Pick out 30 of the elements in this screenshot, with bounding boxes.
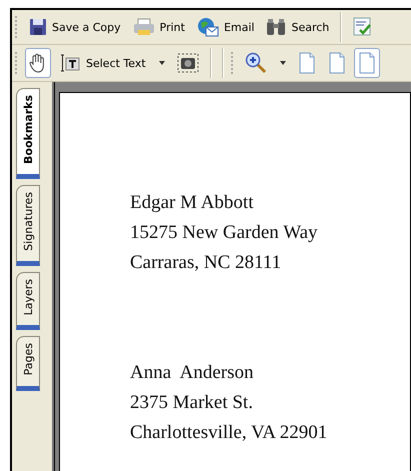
caret-icon xyxy=(280,61,286,65)
side-tab[interactable]: Layers xyxy=(16,272,40,330)
address-line: Anna Anderson xyxy=(130,361,254,385)
zoom-in-icon xyxy=(244,52,267,74)
page-view-button[interactable] xyxy=(354,48,380,78)
globe-envelope-icon xyxy=(196,17,219,37)
page-icon xyxy=(328,52,346,74)
address-line: 15275 New Garden Way xyxy=(130,221,319,245)
camera-icon xyxy=(176,53,199,73)
page-icon xyxy=(358,52,376,74)
side-tab[interactable]: Signatures xyxy=(16,185,40,266)
address-line: 2375 Market St. xyxy=(130,391,254,415)
text-select-icon xyxy=(59,53,81,73)
save-button[interactable]: Save a Copy xyxy=(25,12,125,42)
search-button[interactable]: Search xyxy=(262,12,334,42)
hand-icon xyxy=(29,53,47,73)
side-tab[interactable]: Bookmarks xyxy=(16,88,40,179)
printer-icon xyxy=(132,18,155,36)
print-button[interactable]: Print xyxy=(128,12,189,42)
page-icon xyxy=(298,52,316,74)
select-text-button[interactable]: Select Text xyxy=(55,48,169,78)
address-line: Charlottesville, VA 22901 xyxy=(130,421,328,445)
spell-check-icon xyxy=(353,17,374,37)
email-button[interactable]: Email xyxy=(192,12,258,42)
hand-tool-button[interactable] xyxy=(25,48,51,78)
address-line: Edgar M Abbott xyxy=(130,191,254,215)
address-line: Carraras, NC 28111 xyxy=(130,251,282,275)
caret-icon xyxy=(158,61,165,65)
side-tab[interactable]: Pages xyxy=(16,336,40,391)
binoculars-icon xyxy=(266,18,286,36)
